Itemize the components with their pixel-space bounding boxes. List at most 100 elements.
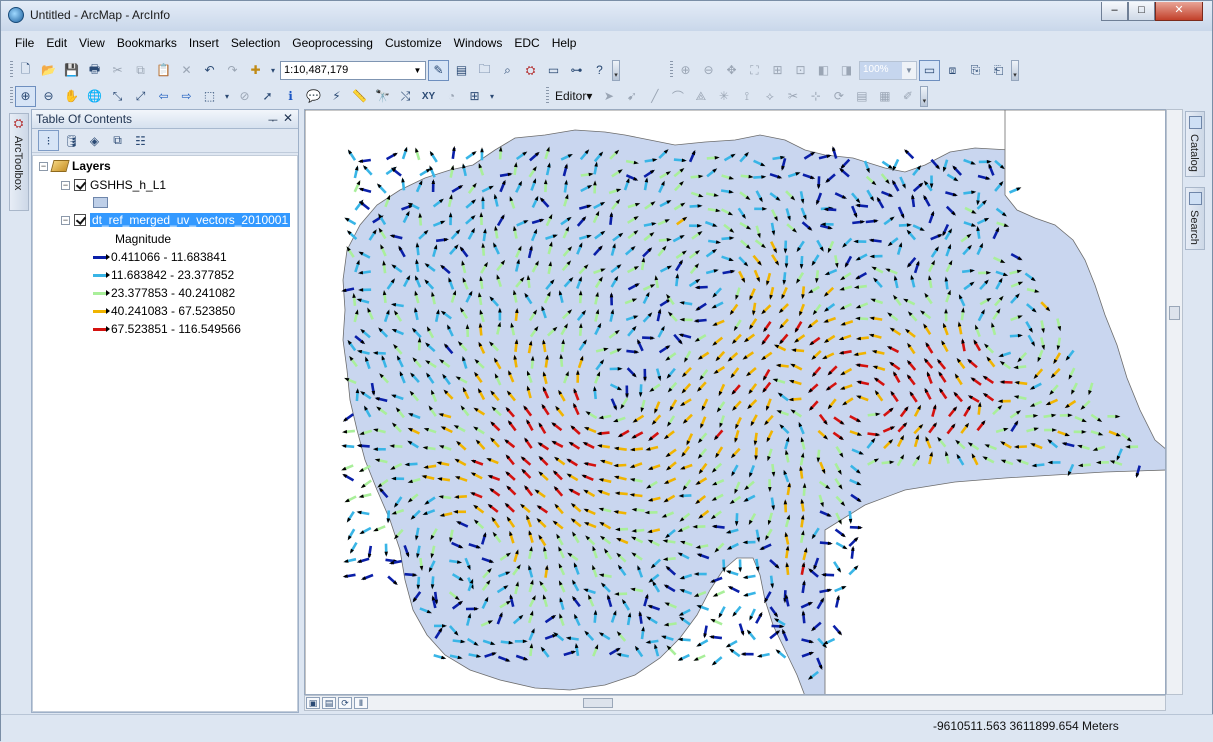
collapse-icon[interactable]: − [61,181,70,190]
close-icon[interactable]: ✕ [283,111,293,125]
identify-icon[interactable]: ℹ [280,86,301,107]
table-of-contents-icon[interactable]: ▤ [451,60,472,81]
python-window-icon[interactable]: ▭ [543,60,564,81]
toolbar-overflow-icon[interactable]: ▾ [1011,60,1019,81]
change-layout-icon[interactable]: ⎘ [965,60,986,81]
straight-segment-icon[interactable]: ╱ [644,86,665,107]
layer-row-gshhs[interactable]: − GSHHS_h_L1 [61,178,166,192]
menu-edc[interactable]: EDC [508,34,545,54]
pin-icon[interactable]: ᅮ [268,112,278,128]
forward-arrow-icon[interactable]: ⇨ [176,86,197,107]
menu-view[interactable]: View [73,34,111,54]
list-by-selection-icon[interactable]: ⧉ [107,130,128,151]
list-by-visibility-icon[interactable]: ◈ [84,130,105,151]
collapse-icon[interactable]: − [39,162,48,171]
chevron-down-icon[interactable]: ▼ [410,62,425,79]
data-driven-pages-icon[interactable]: ⎗ [988,60,1009,81]
paste-icon[interactable]: 📋 [153,60,174,81]
reshape-icon[interactable]: ⟡ [759,86,780,107]
search-window-icon[interactable]: ⌕ [497,60,518,81]
html-popup-icon[interactable]: 💬 [303,86,324,107]
zoom-100-icon[interactable]: ⊞ [767,60,788,81]
layout-zoom-combobox[interactable]: 100% ▼ [859,61,917,80]
menu-customize[interactable]: Customize [379,34,448,54]
end-point-arc-icon[interactable]: ⌒ [667,86,688,107]
zoom-in-icon[interactable]: ⊕ [15,86,36,107]
model-builder-icon[interactable]: ⊶ [566,60,587,81]
menu-geoprocessing[interactable]: Geoprocessing [286,34,379,54]
list-by-drawing-order-icon[interactable]: ⁝ [38,130,59,151]
menu-selection[interactable]: Selection [225,34,286,54]
layer-visibility-checkbox[interactable] [74,214,86,226]
zoom-out-layout-icon[interactable]: ⊖ [698,60,719,81]
whats-this-icon[interactable]: ? [589,60,610,81]
legend-class-row[interactable]: 11.683842 - 23.377852 [93,268,234,282]
rotate-icon[interactable]: ⟳ [828,86,849,107]
delete-icon[interactable]: ✕ [176,60,197,81]
select-elements-arrow-icon[interactable]: ➚ [257,86,278,107]
add-data-dropdown-icon[interactable]: ▾ [268,60,278,81]
undo-icon[interactable]: ↶ [199,60,220,81]
pan-hand-icon[interactable]: ✋ [61,86,82,107]
go-to-xy-icon[interactable]: XY [418,86,439,107]
toolbar-overflow-icon[interactable]: ▾ [612,60,620,81]
sketch-properties-icon[interactable]: ▦ [874,86,895,107]
legend-arrow-symbol[interactable] [93,292,107,295]
redo-icon[interactable]: ↷ [222,60,243,81]
polygon-symbol-row[interactable] [93,197,108,208]
legend-class-row[interactable]: 67.523851 - 116.549566 [93,322,241,336]
go-back-extent-icon[interactable]: ◧ [813,60,834,81]
menu-insert[interactable]: Insert [183,34,225,54]
split-icon[interactable]: ⊹ [805,86,826,107]
legend-arrow-symbol[interactable] [93,256,107,259]
time-slider-icon[interactable]: ◔ [441,86,462,107]
layout-view-icon[interactable]: ▤ [322,697,336,709]
layers-root-row[interactable]: − Layers [39,159,111,173]
viewer-dropdown-icon[interactable]: ▾ [487,86,497,107]
clear-selection-icon[interactable]: ⊘ [234,86,255,107]
options-icon[interactable]: ☷ [130,130,151,151]
chevron-down-icon[interactable]: ▼ [902,62,916,79]
polygon-symbol-swatch[interactable] [93,197,108,208]
legend-class-row[interactable]: 23.377853 - 40.241082 [93,286,235,300]
save-icon[interactable]: 💾 [61,60,82,81]
arctoolbox-icon[interactable]: ⛭ [520,60,541,81]
add-data-icon[interactable]: ✚ [245,60,266,81]
select-features-icon[interactable]: ⬚ [199,86,220,107]
focus-data-frame-icon[interactable]: ⧈ [942,60,963,81]
fixed-zoom-out-icon[interactable]: ⤢ [130,86,151,107]
map-vertical-scrollbar[interactable] [1166,109,1183,695]
find-route-icon[interactable]: ⤭ [395,86,416,107]
cut-icon[interactable]: ✂ [107,60,128,81]
edit-vertices-icon[interactable]: ⟟ [736,86,757,107]
go-forward-extent-icon[interactable]: ◨ [836,60,857,81]
menu-edit[interactable]: Edit [40,34,73,54]
pan-layout-icon[interactable]: ✥ [721,60,742,81]
cut-polygons-icon[interactable]: ✂ [782,86,803,107]
trace-icon[interactable]: ⟁ [690,86,711,107]
zoom-out-icon[interactable]: ⊖ [38,86,59,107]
measure-icon[interactable]: 📏 [349,86,370,107]
legend-class-row[interactable]: 0.411066 - 11.683841 [93,250,227,264]
map-horizontal-scrollbar[interactable] [304,695,1166,711]
toggle-draft-mode-icon[interactable]: ▭ [919,60,940,81]
attributes-icon[interactable]: ▤ [851,86,872,107]
data-view-icon[interactable]: ▣ [306,697,320,709]
menu-help[interactable]: Help [546,34,583,54]
map-scale-combobox[interactable]: 1:10,487,179 ▼ [280,61,426,80]
copy-icon[interactable]: ⧉ [130,60,151,81]
catalog-window-icon[interactable]: 🗀 [474,60,495,81]
select-dropdown-icon[interactable]: ▾ [222,86,232,107]
legend-arrow-symbol[interactable] [93,310,107,313]
minimize-button[interactable]: – [1101,2,1128,21]
toolbar-overflow-icon[interactable]: ▾ [920,86,928,107]
fixed-zoom-in-icon[interactable]: ⤡ [107,86,128,107]
map-canvas[interactable] [305,110,1166,695]
scroll-thumb[interactable] [1169,306,1180,320]
catalog-rail-tab[interactable]: Catalog [1185,111,1205,177]
find-binoculars-icon[interactable]: 🔭 [372,86,393,107]
search-rail-tab[interactable]: Search [1185,187,1205,250]
title-bar[interactable]: Untitled - ArcMap - ArcInfo – □ ✕ [1,1,1212,31]
print-icon[interactable]: 🖶 [84,60,105,81]
edit-annotation-icon[interactable]: ➹ [621,86,642,107]
